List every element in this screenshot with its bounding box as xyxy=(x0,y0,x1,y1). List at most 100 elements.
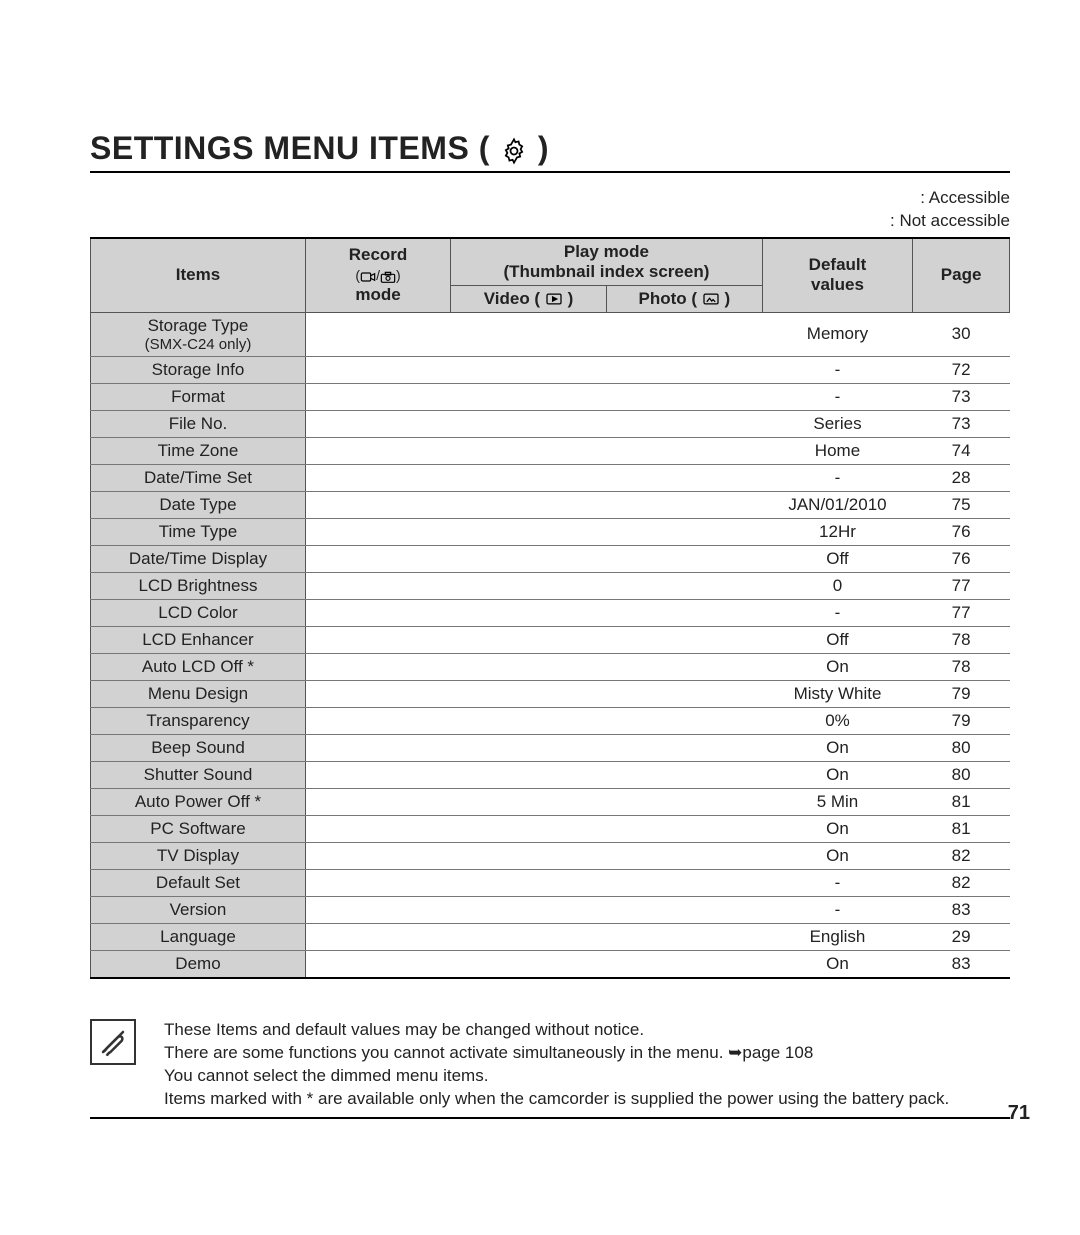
table-row: Time Type12Hr76 xyxy=(91,518,1010,545)
table-row: Date/Time Set-28 xyxy=(91,464,1010,491)
cell-default: On xyxy=(762,950,912,978)
cell-default: On xyxy=(762,653,912,680)
item-name: Default Set xyxy=(91,869,306,896)
cell-photo xyxy=(606,626,762,653)
cell-record xyxy=(305,869,450,896)
cell-photo xyxy=(606,437,762,464)
cell-record xyxy=(305,788,450,815)
item-name: LCD Brightness xyxy=(91,572,306,599)
cell-page: 81 xyxy=(913,788,1010,815)
col-page: Page xyxy=(913,238,1010,313)
cell-page: 79 xyxy=(913,707,1010,734)
table-row: PC SoftwareOn81 xyxy=(91,815,1010,842)
item-name: LCD Color xyxy=(91,599,306,626)
cell-record xyxy=(305,653,450,680)
table-row: Default Set-82 xyxy=(91,869,1010,896)
cell-video xyxy=(451,312,607,356)
cell-record xyxy=(305,545,450,572)
note-line: You cannot select the dimmed menu items. xyxy=(164,1065,1010,1088)
cell-default: On xyxy=(762,842,912,869)
cell-photo xyxy=(606,842,762,869)
cell-page: 80 xyxy=(913,761,1010,788)
col-photo: Photo ( ) xyxy=(606,285,762,312)
cell-video xyxy=(451,410,607,437)
item-name: File No. xyxy=(91,410,306,437)
cell-default: 5 Min xyxy=(762,788,912,815)
cell-video xyxy=(451,788,607,815)
cell-record xyxy=(305,842,450,869)
cell-video xyxy=(451,437,607,464)
col-record-top: Record xyxy=(349,245,408,264)
col-default-top: Default xyxy=(809,255,867,274)
cell-page: 76 xyxy=(913,518,1010,545)
cell-record xyxy=(305,464,450,491)
cell-default: Off xyxy=(762,545,912,572)
cell-video xyxy=(451,383,607,410)
cell-page: 30 xyxy=(913,312,1010,356)
cell-video xyxy=(451,869,607,896)
cell-record xyxy=(305,599,450,626)
cell-page: 75 xyxy=(913,491,1010,518)
cell-photo xyxy=(606,599,762,626)
notes-block: These Items and default values may be ch… xyxy=(90,1019,1010,1119)
table-row: Version-83 xyxy=(91,896,1010,923)
cell-photo xyxy=(606,356,762,383)
cell-video xyxy=(451,356,607,383)
cell-page: 76 xyxy=(913,545,1010,572)
cell-video xyxy=(451,896,607,923)
cell-record xyxy=(305,312,450,356)
cell-video xyxy=(451,599,607,626)
cell-page: 78 xyxy=(913,626,1010,653)
cell-page: 82 xyxy=(913,842,1010,869)
settings-table: Items Record (/) mode Play mode (Thumbna… xyxy=(90,237,1010,979)
gear-icon xyxy=(500,130,528,167)
table-header: Items Record (/) mode Play mode (Thumbna… xyxy=(91,238,1010,313)
cell-video xyxy=(451,572,607,599)
cell-photo xyxy=(606,545,762,572)
cell-default: - xyxy=(762,869,912,896)
cell-record xyxy=(305,923,450,950)
item-name: PC Software xyxy=(91,815,306,842)
record-mode-icons: (/) xyxy=(355,267,400,283)
item-name: Storage Info xyxy=(91,356,306,383)
cell-default: On xyxy=(762,761,912,788)
cell-record xyxy=(305,491,450,518)
cell-page: 78 xyxy=(913,653,1010,680)
cell-record xyxy=(305,680,450,707)
item-name: Date Type xyxy=(91,491,306,518)
item-name: Shutter Sound xyxy=(91,761,306,788)
cell-default: - xyxy=(762,383,912,410)
item-name: Auto LCD Off * xyxy=(91,653,306,680)
item-name: Format xyxy=(91,383,306,410)
cell-photo xyxy=(606,383,762,410)
note-line: There are some functions you cannot acti… xyxy=(164,1042,1010,1065)
cell-default: - xyxy=(762,356,912,383)
legend-block: : Accessible : Not accessible xyxy=(90,187,1010,233)
cell-photo xyxy=(606,761,762,788)
cell-photo xyxy=(606,464,762,491)
cell-record xyxy=(305,383,450,410)
item-name: Date/Time Set xyxy=(91,464,306,491)
cell-default: Home xyxy=(762,437,912,464)
cell-video xyxy=(451,761,607,788)
item-name: TV Display xyxy=(91,842,306,869)
item-name: Language xyxy=(91,923,306,950)
legend-accessible: : Accessible xyxy=(90,187,1010,210)
cell-default: - xyxy=(762,896,912,923)
table-row: LanguageEnglish29 xyxy=(91,923,1010,950)
cell-page: 80 xyxy=(913,734,1010,761)
table-row: Format-73 xyxy=(91,383,1010,410)
cell-record xyxy=(305,356,450,383)
col-default: Default values xyxy=(762,238,912,313)
note-icon xyxy=(90,1019,136,1065)
title-suffix: ) xyxy=(538,130,549,167)
table-row: DemoOn83 xyxy=(91,950,1010,978)
cell-page: 79 xyxy=(913,680,1010,707)
cell-video xyxy=(451,518,607,545)
cell-photo xyxy=(606,923,762,950)
legend-not-accessible: : Not accessible xyxy=(90,210,1010,233)
item-name: Time Type xyxy=(91,518,306,545)
cell-page: 81 xyxy=(913,815,1010,842)
note-line: Items marked with * are available only w… xyxy=(164,1088,1010,1111)
cell-default: - xyxy=(762,599,912,626)
